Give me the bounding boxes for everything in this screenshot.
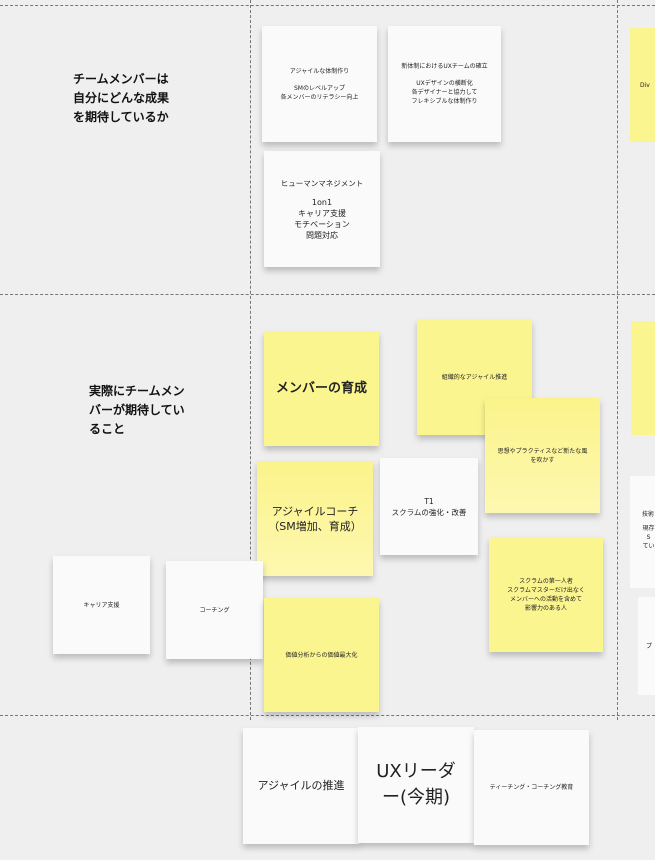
- note-agile-structure[interactable]: アジャイルな体制作り SMのレベルアップ 各メンバーのリテラシー向上: [262, 26, 377, 142]
- note-ux-leader[interactable]: UXリーダ ー(今期): [358, 727, 474, 843]
- note-new-wind[interactable]: 思想やプラクティスなど新たな風 を吹かす: [485, 398, 600, 513]
- row-label-expected-results: チームメンバーは 自分にどんな成果 を期待しているか: [73, 72, 170, 124]
- note-scrum-expert[interactable]: スクラムの第一人者 スクラムマスターだけ出なく メンバーへの活動を含めて 影響力…: [489, 537, 603, 652]
- grid-line-top: [0, 5, 655, 6]
- note-title: T1: [424, 496, 434, 506]
- note-text: Div: [640, 81, 650, 89]
- note-coaching[interactable]: コーチング: [166, 561, 263, 659]
- note-text: プ: [646, 642, 653, 650]
- grid-column-divider-right: [617, 0, 618, 720]
- note-text: 組織的なアジャイル推進: [441, 373, 508, 381]
- note-text: メンバーの育成: [275, 380, 367, 396]
- note-agile-promotion[interactable]: アジャイルの推進: [243, 728, 359, 844]
- grid-line-bottom: [0, 715, 655, 716]
- edge-note-yellow-right[interactable]: [631, 321, 655, 435]
- edge-note-div[interactable]: Div: [630, 28, 655, 142]
- grid-line-middle: [0, 294, 655, 295]
- note-teaching-coaching[interactable]: ティーチング・コーチング教育: [474, 730, 589, 845]
- note-title: ヒューマンマネジメント: [280, 178, 364, 188]
- note-body: スクラムの強化・改善: [391, 507, 467, 517]
- note-body: UXデザインの横断化 各デザイナーと協力して フレキシブルな体制作り: [411, 80, 478, 105]
- edge-note-tech[interactable]: 技術 現存S てい: [630, 476, 655, 588]
- note-career-support[interactable]: キャリア支援: [53, 556, 150, 654]
- note-title: アジャイルな体制作り: [289, 67, 350, 75]
- note-text: コーチング: [199, 606, 230, 614]
- note-text: アジャイルコーチ （SM増加、育成）: [268, 504, 362, 533]
- note-body: SMのレベルアップ 各メンバーのリテラシー向上: [280, 84, 359, 101]
- note-text: UXリーダ ー(今期): [376, 761, 456, 808]
- note-value-maximization[interactable]: 価値分析からの価値最大化: [264, 598, 379, 712]
- note-text: 思想やプラクティスなど新たな風 を吹かす: [497, 447, 588, 464]
- note-title: 新体制におけるUXチームの確立: [401, 63, 488, 70]
- note-member-growth[interactable]: メンバーの育成: [264, 331, 379, 446]
- note-title: 技術: [642, 511, 655, 518]
- note-text: 価値分析からの価値最大化: [285, 651, 358, 659]
- note-text: アジャイルの推進: [257, 779, 345, 792]
- note-agile-coach[interactable]: アジャイルコーチ （SM増加、育成）: [257, 461, 373, 576]
- note-human-management[interactable]: ヒューマンマネジメント 1on1 キャリア支援 モチベーション 問題対応: [264, 151, 380, 267]
- edge-note-pu[interactable]: プ: [638, 597, 655, 695]
- note-body: 1on1 キャリア支援 モチベーション 問題対応: [294, 197, 350, 240]
- note-text: キャリア支援: [83, 601, 120, 609]
- note-text: スクラムの第一人者 スクラムマスターだけ出なく メンバーへの活動を含めて 影響力…: [507, 577, 585, 612]
- note-ux-team[interactable]: 新体制におけるUXチームの確立 UXデザインの横断化 各デザイナーと協力して フ…: [388, 26, 501, 142]
- note-t1-scrum[interactable]: T1 スクラムの強化・改善: [380, 458, 478, 555]
- note-text: ティーチング・コーチング教育: [489, 784, 574, 791]
- note-body: 現存S てい: [642, 525, 655, 550]
- row-label-actual-expectations: 実際にチームメン バーが期待してい ること: [89, 384, 185, 436]
